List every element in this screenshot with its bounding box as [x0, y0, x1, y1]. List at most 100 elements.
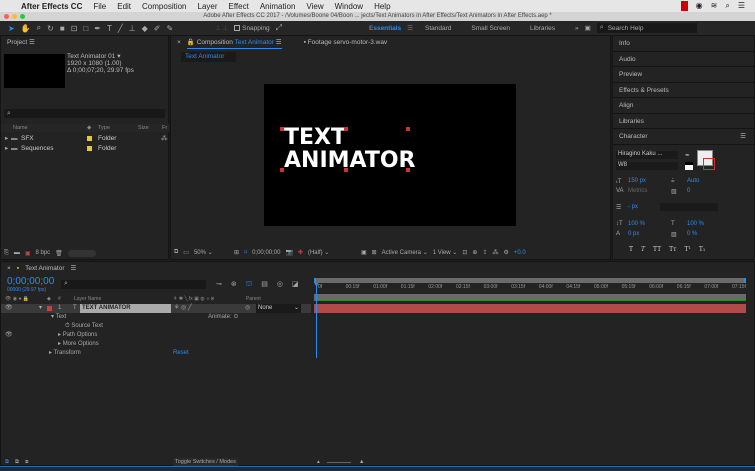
work-area-bar[interactable]	[314, 294, 746, 301]
font-size-value[interactable]: 150 px	[628, 178, 646, 184]
eraser-tool-icon[interactable]: ◆	[142, 24, 148, 33]
leading-value[interactable]: Auto	[687, 178, 699, 184]
new-comp-icon[interactable]: ▣	[25, 250, 31, 257]
small-caps-button[interactable]: Tт	[669, 246, 676, 253]
close-window-button[interactable]	[4, 14, 9, 19]
project-panel-header[interactable]: Project ☰	[1, 36, 168, 49]
spotlight-search-icon[interactable]: ⌕	[725, 1, 729, 11]
transform-group[interactable]: ▸ Transform	[49, 349, 81, 358]
stroke-width-value[interactable]: - px	[628, 204, 638, 210]
menu-file[interactable]: File	[93, 2, 106, 11]
menu-effect[interactable]: Effect	[229, 2, 249, 11]
transparency-grid-icon[interactable]: ⊠	[372, 249, 377, 256]
panel-character-header[interactable]: Character ☰	[613, 129, 754, 145]
roto-brush-tool-icon[interactable]: ✐	[154, 24, 161, 33]
roi-icon[interactable]: ▣	[361, 249, 367, 256]
timeline-zoom-slider[interactable]	[327, 462, 351, 463]
fast-preview-icon[interactable]: ⊕	[472, 249, 477, 256]
playhead[interactable]	[316, 283, 317, 358]
eyedropper-icon[interactable]: ✒	[685, 152, 690, 159]
menu-window[interactable]: Window	[335, 2, 363, 11]
col-layer-name[interactable]: Layer Name	[74, 295, 101, 304]
workspace-libraries[interactable]: Libraries	[530, 25, 555, 32]
horizontal-scale-value[interactable]: 100 %	[687, 221, 704, 227]
resolution-dropdown[interactable]: (Half) ⌄	[308, 249, 356, 256]
channel-icon[interactable]: ✤	[298, 249, 303, 256]
parent-dropdown[interactable]: None ⌄	[256, 304, 301, 313]
time-ruler[interactable]: 0f 00:15f 01:00f 01:15f 02:00f 02:15f 03:00f 03…	[314, 283, 746, 293]
shy-layers-icon[interactable]: ⛫	[246, 280, 252, 289]
expand-icon[interactable]: ▾	[39, 304, 42, 313]
rotate-tool-icon[interactable]: ↻	[47, 24, 54, 33]
tsume-value[interactable]: 0 %	[687, 231, 697, 237]
menu-layer[interactable]: Layer	[198, 2, 218, 11]
exposure-icon[interactable]: ⚙	[503, 249, 508, 256]
panel-layout-icon[interactable]: ▣	[585, 24, 591, 32]
path-options-group[interactable]: ▸ Path Options	[58, 331, 97, 340]
panel-effects-presets[interactable]: Effects & Presets	[613, 83, 754, 98]
snap-options-icon[interactable]: ⤢	[276, 23, 282, 33]
black-white-swatch[interactable]	[685, 162, 693, 170]
workspace-essentials[interactable]: Essentials	[369, 25, 401, 32]
new-folder-icon[interactable]: ▬	[14, 250, 20, 256]
zoom-dropdown[interactable]: 50% ⌄	[194, 249, 229, 256]
workspace-menu-icon[interactable]: ☰	[407, 24, 413, 32]
status-app-icon[interactable]: ▮	[680, 1, 688, 11]
hand-tool-icon[interactable]: ✋	[21, 24, 31, 33]
comp-name[interactable]: Text Animator 01 ▾	[67, 53, 134, 60]
zoom-tool-icon[interactable]: ⌕	[37, 23, 41, 33]
bpc-toggle[interactable]: 8 bpc	[35, 250, 50, 256]
timeline-icon[interactable]: ⇪	[482, 249, 487, 256]
label-col-icon[interactable]: ◆	[87, 124, 91, 132]
puppet-tool-icon[interactable]: ✎	[167, 24, 174, 33]
current-time[interactable]: 0;00;00;00	[252, 250, 280, 256]
snapshot-icon[interactable]: 📷	[285, 249, 292, 256]
canvas-text-line1[interactable]: TEXT	[284, 126, 415, 149]
kerning-value[interactable]: Metrics	[628, 188, 647, 194]
trash-icon[interactable]: 🗑	[55, 250, 63, 257]
layer-name[interactable]: TEXT ANIMATOR	[80, 304, 171, 313]
camera-dropdown[interactable]: Active Camera ⌄	[382, 249, 428, 256]
draft-3d-icon[interactable]: ⊛	[231, 280, 237, 289]
monitor-icon[interactable]: ▭	[183, 249, 189, 256]
search-help-input[interactable]: ⌕ Search Help	[596, 23, 697, 33]
type-tool-icon[interactable]: T	[107, 24, 112, 33]
visibility-eye-icon[interactable]: 👁	[5, 304, 13, 313]
thumbnail-slider[interactable]	[67, 249, 96, 257]
close-tab-icon[interactable]: ×	[177, 36, 181, 49]
subscript-button[interactable]: T₁	[699, 246, 705, 253]
panel-audio[interactable]: Audio	[613, 52, 754, 67]
timeline-timecode[interactable]: 0;00;00;00	[7, 276, 54, 287]
col-fr[interactable]: Fr	[162, 124, 167, 132]
interpret-footage-icon[interactable]: ⎘	[4, 250, 9, 257]
pixel-aspect-icon[interactable]: ⊡	[462, 249, 467, 256]
font-style-dropdown[interactable]: W8	[616, 162, 678, 170]
stroke-style-dropdown[interactable]	[660, 203, 718, 211]
comp-mini-flowchart-icon[interactable]: ⊸	[216, 280, 222, 289]
label-color[interactable]	[87, 146, 92, 151]
menu-app[interactable]: After Effects CC	[21, 2, 82, 11]
animate-button[interactable]: Animate: ⊙	[208, 313, 238, 322]
menu-list-icon[interactable]: ☰	[738, 1, 745, 11]
vertical-scale-value[interactable]: 100 %	[628, 221, 645, 227]
reset-transform-link[interactable]: Reset	[173, 349, 189, 358]
tracking-value[interactable]: 0	[687, 188, 690, 194]
playhead-handle[interactable]: ▼	[313, 282, 320, 289]
col-name[interactable]: Name	[13, 124, 28, 132]
footage-tab[interactable]: ▪ Footage servo-motor-3.wav	[304, 36, 388, 49]
selection-tool-icon[interactable]: ➤	[8, 24, 15, 33]
graph-editor-icon[interactable]: ◪	[292, 280, 299, 289]
panel-align[interactable]: Align	[613, 98, 754, 114]
menu-animation[interactable]: Animation	[260, 2, 296, 11]
mask-visibility-icon[interactable]: ⌑	[244, 249, 247, 256]
minimize-window-button[interactable]	[12, 14, 17, 19]
visibility-eye-icon[interactable]: 👁	[5, 331, 13, 340]
pen-tool-icon[interactable]: ✒	[94, 24, 101, 33]
flowchart-icon[interactable]: ⁂	[161, 134, 168, 143]
menu-help[interactable]: Help	[374, 2, 390, 11]
project-search-input[interactable]: ⌕	[4, 109, 165, 118]
brush-tool-icon[interactable]: ╱	[118, 24, 123, 33]
frame-blending-icon[interactable]: ▤	[261, 280, 268, 289]
layer-duration-bar[interactable]	[314, 304, 746, 313]
col-parent[interactable]: Parent	[246, 295, 261, 304]
